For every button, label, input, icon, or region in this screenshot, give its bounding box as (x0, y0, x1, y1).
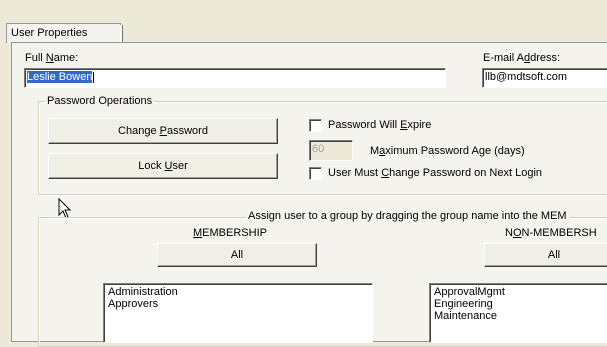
list-item[interactable]: Administration (108, 286, 368, 298)
full-name-input[interactable]: Leslie Bowen (24, 68, 446, 88)
max-age-value: 60 (312, 143, 325, 155)
password-operations-title: Password Operations (45, 95, 155, 107)
max-age-label: Maximum Password Age (days) (370, 145, 525, 157)
membership-title: MEMBERSHIP (193, 227, 267, 239)
tab-label: User Properties (11, 27, 88, 39)
full-name-label: Full Name: (25, 52, 79, 64)
email-value: llb@mdtsoft.com (485, 71, 568, 83)
lock-user-button[interactable]: Lock User (48, 153, 278, 179)
list-item[interactable]: Approvers (108, 298, 368, 310)
tab-user-properties[interactable]: User Properties (6, 23, 123, 43)
membership-all-button[interactable]: All (157, 243, 317, 267)
list-item[interactable]: Engineering (434, 298, 607, 310)
email-label: E-mail Address: (483, 52, 561, 64)
list-item[interactable]: ApprovalMgmt (434, 286, 607, 298)
non-membership-list[interactable]: ApprovalMgmt Engineering Maintenance (429, 283, 607, 343)
max-age-input[interactable]: 60 (309, 140, 353, 161)
change-password-button[interactable]: Change Password (48, 118, 278, 144)
must-change-password-checkbox[interactable] (309, 167, 322, 180)
list-item[interactable]: Maintenance (434, 310, 607, 322)
tab-edge (120, 25, 123, 42)
must-change-password-label: User Must Change Password on Next Login (328, 167, 543, 179)
membership-list[interactable]: Administration Approvers (103, 283, 373, 343)
non-membership-all-button[interactable]: All (484, 243, 607, 267)
full-name-value: Leslie Bowen (27, 71, 93, 83)
non-membership-title: NON-MEMBERSH (505, 227, 597, 239)
text-caret (93, 71, 95, 83)
password-will-expire-label: Password Will Expire (328, 119, 432, 131)
email-input[interactable]: llb@mdtsoft.com (482, 68, 607, 88)
password-will-expire-checkbox[interactable] (309, 119, 322, 132)
group-assignment-instruction: Assign user to a group by dragging the g… (246, 210, 569, 222)
